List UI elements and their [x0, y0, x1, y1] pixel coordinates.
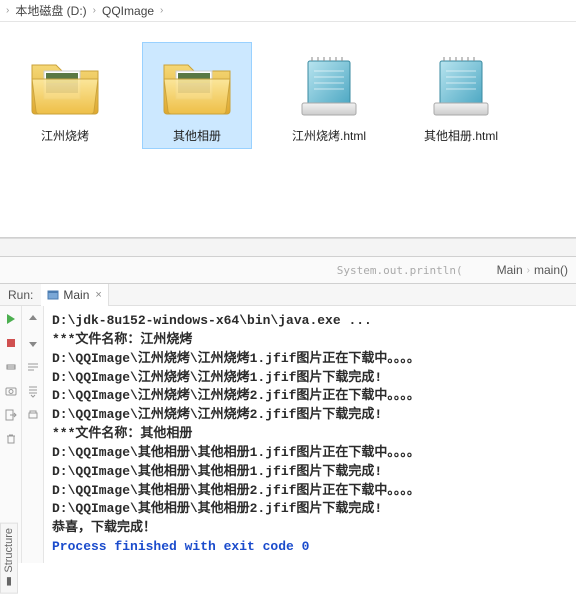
- file-label: 其他相册.html: [424, 127, 498, 144]
- run-gutter-inner: [22, 306, 44, 563]
- console-line: D:\QQImage\江州烧烤\江州烧烤1.jfif图片下载完成!: [52, 369, 568, 388]
- chevron-right-icon: ›: [527, 265, 530, 276]
- chevron-right-icon: ›: [6, 5, 9, 16]
- file-label: 其他相册: [173, 127, 221, 144]
- notepad-file-icon: [421, 49, 501, 119]
- console-line: D:\QQImage\江州烧烤\江州烧烤1.jfif图片正在下载中。。。。: [52, 350, 568, 369]
- application-icon: [47, 289, 59, 301]
- rerun-icon[interactable]: [4, 312, 18, 326]
- breadcrumb-method[interactable]: main(): [534, 263, 568, 277]
- folder-photos-icon: [157, 49, 237, 119]
- notepad-file-icon: [289, 49, 369, 119]
- down-icon[interactable]: [26, 336, 40, 350]
- breadcrumb-class[interactable]: Main: [497, 263, 523, 277]
- chevron-right-icon: ›: [93, 5, 96, 16]
- print-icon[interactable]: [26, 408, 40, 422]
- console-line: 恭喜，下载完成！: [52, 519, 568, 538]
- file-item[interactable]: 江州烧烤: [10, 42, 120, 149]
- structure-tool-tab[interactable]: ▮ Structure: [0, 523, 18, 594]
- console-line: D:\QQImage\其他相册\其他相册2.jfif图片下载完成!: [52, 500, 568, 519]
- editor-breadcrumb: System.out.println( Main › main(): [0, 256, 576, 284]
- exit-icon[interactable]: [4, 408, 18, 422]
- structure-icon: ▮: [3, 576, 16, 589]
- console-output[interactable]: D:\jdk-8u152-windows-x64\bin\java.exe ..…: [44, 306, 576, 563]
- breadcrumb-drive[interactable]: 本地磁盘 (D:): [15, 2, 86, 19]
- console-line: D:\QQImage\江州烧烤\江州烧烤2.jfif图片下载完成!: [52, 406, 568, 425]
- trash-icon[interactable]: [4, 432, 18, 446]
- run-body: D:\jdk-8u152-windows-x64\bin\java.exe ..…: [0, 306, 576, 563]
- console-line: ***文件名称：江州烧烤: [52, 331, 568, 350]
- pin-icon[interactable]: [4, 360, 18, 374]
- stop-icon[interactable]: [4, 336, 18, 350]
- up-icon[interactable]: [26, 312, 40, 326]
- statusbar-strip: [0, 238, 576, 256]
- close-icon[interactable]: ×: [95, 289, 101, 301]
- structure-label: Structure: [3, 528, 15, 573]
- console-line: D:\QQImage\其他相册\其他相册1.jfif图片正在下载中。。。。: [52, 444, 568, 463]
- run-tab-label: Main: [63, 288, 89, 302]
- file-item[interactable]: 其他相册.html: [406, 42, 516, 149]
- file-item[interactable]: 其他相册: [142, 42, 252, 149]
- run-toolwindow-header: Run: Main ×: [0, 284, 576, 306]
- console-line: D:\QQImage\其他相册\其他相册2.jfif图片正在下载中。。。。: [52, 482, 568, 501]
- console-line: ***文件名称：其他相册: [52, 425, 568, 444]
- editor-hint: System.out.println(: [337, 264, 463, 277]
- camera-icon[interactable]: [4, 384, 18, 398]
- console-line: D:\QQImage\江州烧烤\江州烧烤2.jfif图片正在下载中。。。。: [52, 387, 568, 406]
- console-line: D:\jdk-8u152-windows-x64\bin\java.exe ..…: [52, 312, 568, 331]
- file-list[interactable]: 江州烧烤 其他相册 江州烧烤.html: [0, 22, 576, 238]
- run-label: Run:: [0, 288, 41, 302]
- breadcrumb-folder[interactable]: QQImage: [102, 4, 154, 18]
- console-line: Process finished with exit code 0: [52, 538, 568, 557]
- wrap-icon[interactable]: [26, 360, 40, 374]
- console-line: D:\QQImage\其他相册\其他相册1.jfif图片下载完成!: [52, 463, 568, 482]
- file-label: 江州烧烤.html: [292, 127, 366, 144]
- scroll-end-icon[interactable]: [26, 384, 40, 398]
- folder-photos-icon: [25, 49, 105, 119]
- file-item[interactable]: 江州烧烤.html: [274, 42, 384, 149]
- run-tab-main[interactable]: Main ×: [41, 284, 108, 306]
- chevron-right-icon: ›: [160, 5, 163, 16]
- file-label: 江州烧烤: [41, 127, 89, 144]
- breadcrumb[interactable]: › 本地磁盘 (D:) › QQImage ›: [0, 0, 576, 22]
